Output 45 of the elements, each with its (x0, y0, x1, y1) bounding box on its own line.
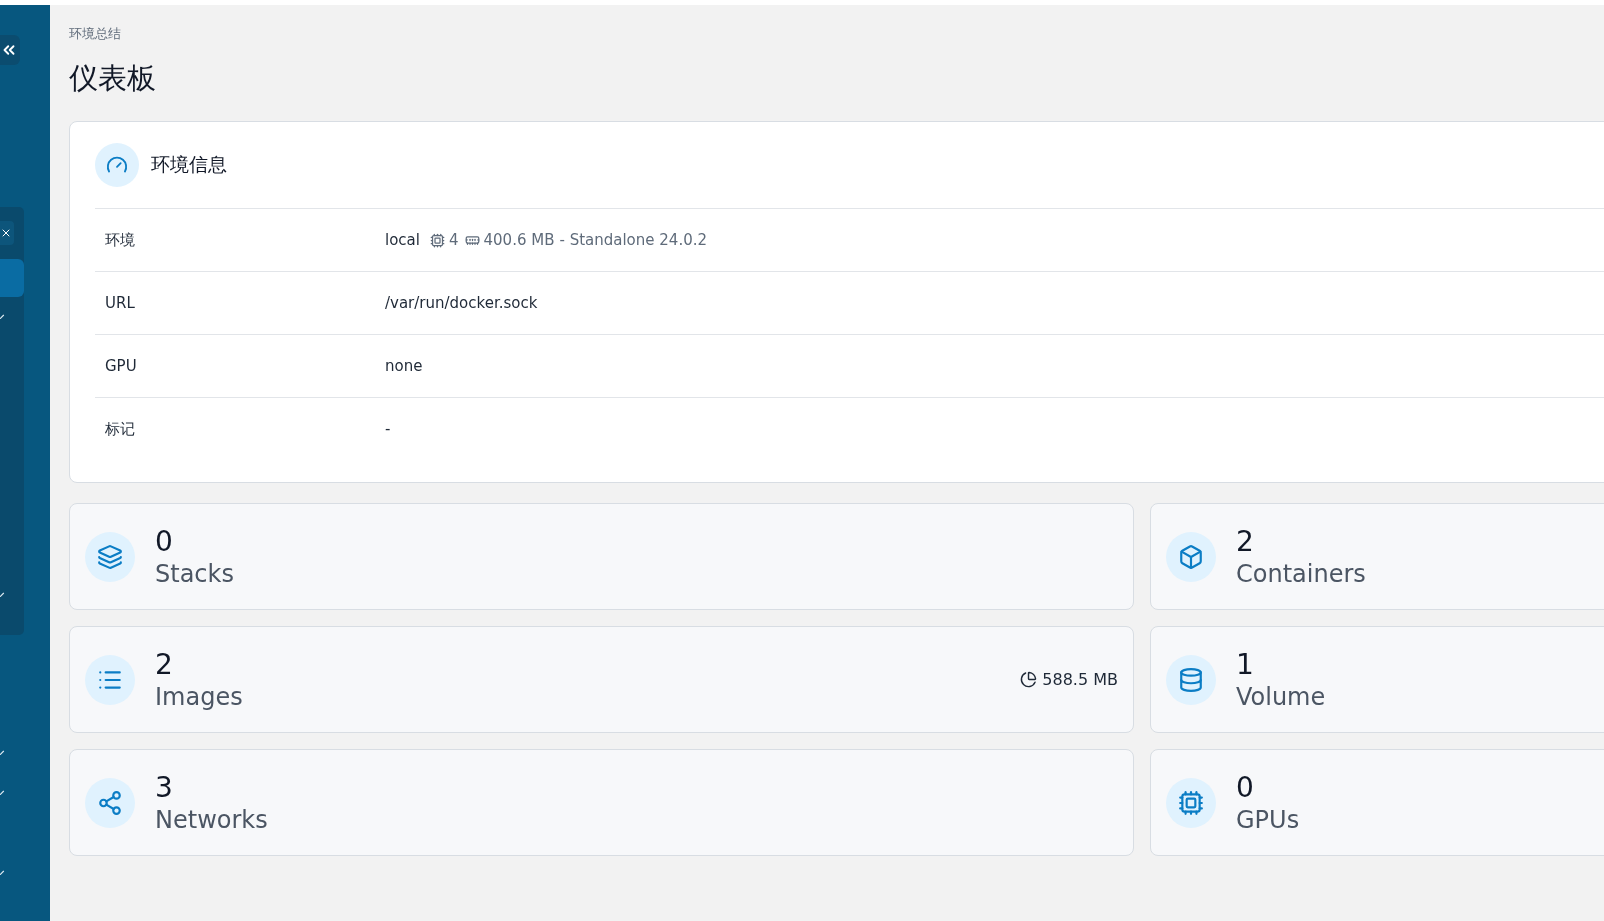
pie-icon (1020, 671, 1038, 688)
breadcrumb: 环境总结 (69, 25, 122, 43)
share-icon (85, 777, 135, 828)
resource-count: 3 (155, 770, 174, 805)
row-value: local (385, 231, 420, 249)
cpu-icon (429, 232, 445, 248)
engine-info: - Standalone 24.0.2 (559, 231, 707, 249)
resource-count: 0 (155, 524, 174, 559)
resource-count: 0 (1236, 770, 1255, 805)
row-value: - (385, 420, 391, 438)
row-value: /var/run/docker.sock (385, 294, 538, 312)
resource-card[interactable]: 2 Containers (1150, 503, 1604, 610)
close-button[interactable] (0, 221, 14, 245)
resource-label: GPUs (1236, 804, 1301, 835)
row-value: none (385, 357, 423, 375)
collapse-button[interactable] (0, 35, 20, 65)
resource-count: 2 (1236, 524, 1255, 559)
cube-icon (1166, 531, 1216, 582)
size-value: 588.5 MB (1042, 670, 1118, 689)
resource-label: Networks (155, 804, 269, 835)
close-icon (0, 227, 12, 239)
resource-label: Containers (1236, 558, 1367, 589)
resource-card[interactable]: 0 GPUs (1150, 749, 1604, 856)
layers-icon (85, 531, 135, 582)
row-label: 标记 (104, 419, 136, 439)
resource-label: Stacks (155, 558, 235, 589)
row-label: URL (104, 294, 136, 312)
row-label: GPU (104, 357, 138, 375)
panel-title: 环境信息 (151, 152, 227, 177)
database-icon (1166, 654, 1216, 705)
resource-card[interactable]: 0 Stacks (69, 503, 1134, 610)
row-label: 环境 (104, 230, 136, 250)
resource-count: 1 (1236, 647, 1255, 682)
resource-card[interactable]: 1 Volume (1150, 626, 1604, 733)
list-icon (85, 654, 135, 705)
resource-card[interactable]: 2 Images 588.5 MB (69, 626, 1134, 733)
gauge-icon (95, 143, 139, 187)
resource-label: Volume (1236, 681, 1327, 712)
page-title: 仪表板 (69, 60, 157, 97)
resource-label: Images (155, 681, 244, 712)
chip-icon (1166, 777, 1216, 828)
cpu-count: 4 (448, 231, 459, 249)
resource-card[interactable]: 3 Networks (69, 749, 1134, 856)
memory-value: 400.6 MB (483, 231, 555, 249)
resource-count: 2 (155, 647, 174, 682)
